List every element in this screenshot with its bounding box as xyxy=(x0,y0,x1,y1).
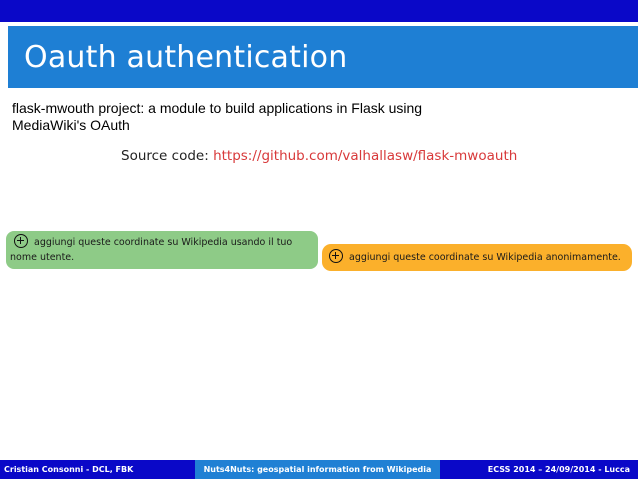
source-code-link[interactable]: https://github.com/valhallasw/flask-mwoa… xyxy=(213,148,517,164)
footer-event-date: ECSS 2014 – 24/09/2014 - Lucca xyxy=(440,460,638,479)
add-coordinates-anonymously-button[interactable]: aggiungi queste coordinate su Wikipedia … xyxy=(322,244,632,271)
add-coordinates-with-username-label: aggiungi queste coordinate su Wikipedia … xyxy=(10,237,293,263)
plus-circle-icon xyxy=(14,234,28,248)
source-code-label: Source code: xyxy=(121,148,214,164)
add-coordinates-anonymously-label: aggiungi queste coordinate su Wikipedia … xyxy=(349,252,621,263)
project-description: flask-mwouth project: a module to build … xyxy=(12,100,423,133)
footer-bar: Cristian Consonni - DCL, FBK Nuts4Nuts: … xyxy=(0,460,638,479)
add-coordinates-with-username-button[interactable]: aggiungi queste coordinate su Wikipedia … xyxy=(6,231,318,269)
plus-circle-icon xyxy=(329,249,343,263)
slide-title: Oauth authentication xyxy=(24,40,348,75)
source-code-line: Source code: https://github.com/valhalla… xyxy=(121,148,517,164)
footer-talk-title: Nuts4Nuts: geospatial information from W… xyxy=(195,460,440,479)
footer-author: Cristian Consonni - DCL, FBK xyxy=(0,460,195,479)
title-bar: Oauth authentication xyxy=(8,26,638,88)
top-banner-strip xyxy=(0,0,638,22)
